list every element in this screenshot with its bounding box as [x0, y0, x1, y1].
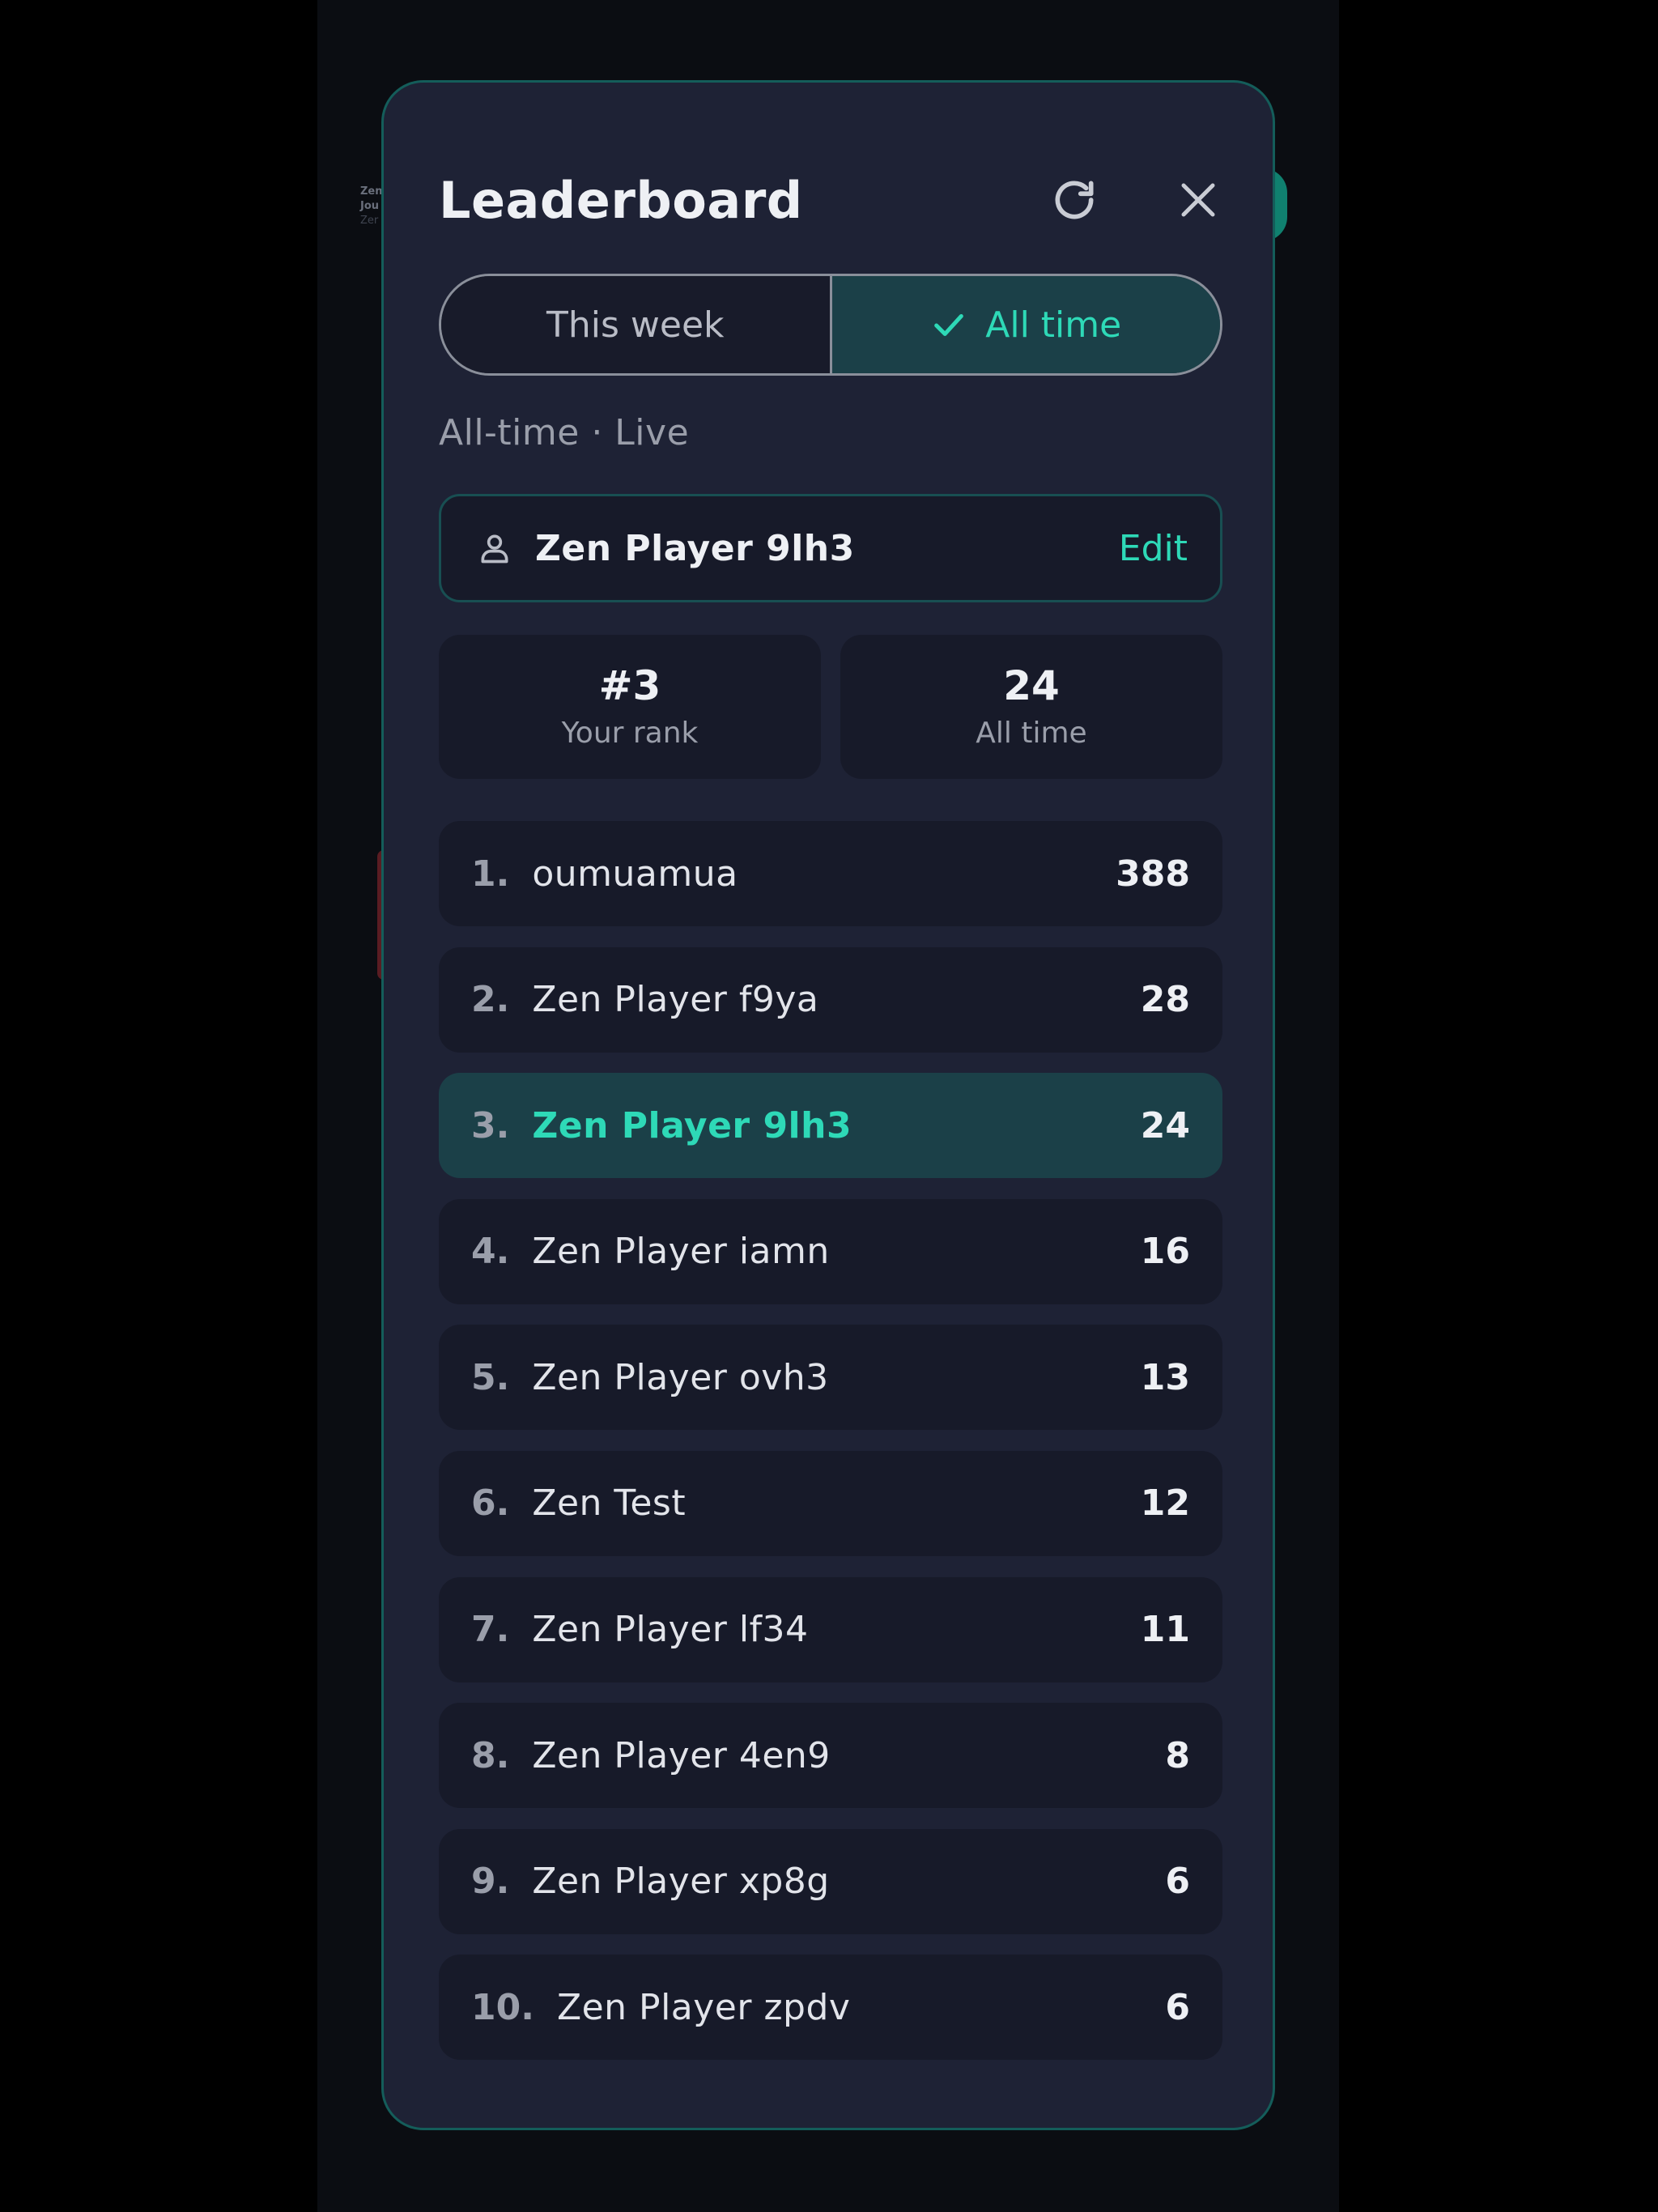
check-icon	[930, 306, 967, 343]
leaderboard-row: 7. Zen Player lf34 11	[439, 1576, 1222, 1682]
row-player-name: Zen Player iamn	[532, 1231, 830, 1273]
row-rank: 9.	[471, 1861, 510, 1903]
status-text: All-time · Live	[439, 412, 690, 453]
leaderboard-row: 8. Zen Player 4en9 8	[439, 1703, 1222, 1809]
row-player-name: Zen Player zpdv	[556, 1986, 851, 2028]
row-player-name: Zen Player 9lh3	[532, 1104, 852, 1146]
period-toggle: This week All time	[439, 274, 1222, 376]
row-score: 8	[1165, 1734, 1190, 1776]
row-rank: 5.	[471, 1356, 510, 1398]
row-player-name: Zen Player lf34	[532, 1609, 809, 1651]
score-stat-card: 24 All time	[840, 635, 1222, 779]
row-rank: 2.	[471, 979, 510, 1021]
leaderboard-list: 1. oumuamua 388 2. Zen Player f9ya 28 3.…	[439, 821, 1222, 2081]
row-score: 388	[1116, 853, 1190, 895]
background-snippet-line: Zer	[360, 215, 379, 227]
leaderboard-row: 6. Zen Test 12	[439, 1450, 1222, 1556]
row-rank: 8.	[471, 1734, 510, 1776]
leaderboard-row: 5. Zen Player ovh3 13	[439, 1325, 1222, 1431]
row-player-name: Zen Test	[532, 1482, 687, 1525]
row-player-name: Zen Player f9ya	[532, 979, 819, 1021]
player-name: Zen Player 9lh3	[535, 527, 855, 569]
row-score: 11	[1140, 1609, 1190, 1651]
row-score: 12	[1140, 1482, 1190, 1525]
row-player-name: Zen Player 4en9	[532, 1734, 831, 1776]
row-rank: 10.	[471, 1986, 534, 2028]
row-score: 6	[1165, 1861, 1190, 1903]
tab-this-week[interactable]: This week	[441, 276, 830, 373]
score-label: All time	[976, 717, 1087, 750]
row-score: 13	[1140, 1356, 1190, 1398]
edit-name-button[interactable]: Edit	[1119, 528, 1188, 569]
rank-stat-card: #3 Your rank	[439, 635, 821, 779]
row-score: 6	[1165, 1986, 1190, 2028]
row-score: 24	[1140, 1104, 1190, 1146]
row-rank: 6.	[471, 1482, 510, 1525]
leaderboard-row: 4. Zen Player iamn 16	[439, 1198, 1222, 1304]
tab-label: All time	[985, 304, 1122, 346]
row-player-name: oumuamua	[532, 853, 738, 895]
close-button[interactable]	[1162, 164, 1235, 236]
leaderboard-row: 2. Zen Player f9ya 28	[439, 946, 1222, 1053]
row-score: 16	[1140, 1231, 1190, 1273]
leaderboard-row-current-player: 3. Zen Player 9lh3 24	[439, 1073, 1222, 1179]
leaderboard-row: 1. oumuamua 388	[439, 821, 1222, 926]
row-rank: 4.	[471, 1231, 510, 1273]
row-rank: 1.	[471, 853, 510, 895]
row-rank: 3.	[471, 1104, 510, 1146]
background-snippet-line: Jou	[360, 200, 380, 212]
refresh-icon	[1055, 181, 1094, 219]
stats-summary: #3 Your rank 24 All time	[439, 635, 1222, 779]
row-score: 28	[1140, 979, 1190, 1021]
leaderboard-modal: Leaderboard This week All time All-time …	[381, 80, 1275, 2130]
user-icon	[477, 530, 512, 566]
background-snippet-line: Zen	[360, 185, 383, 198]
close-icon	[1181, 183, 1215, 217]
rank-value: #3	[598, 662, 661, 709]
tab-label: This week	[546, 304, 725, 346]
leaderboard-row: 10. Zen Player zpdv 6	[439, 1955, 1222, 2061]
rank-label: Your rank	[561, 717, 699, 750]
score-value: 24	[1003, 662, 1060, 709]
background-snippet: Zen Jou Zer	[360, 185, 383, 228]
row-player-name: Zen Player xp8g	[532, 1861, 830, 1903]
row-player-name: Zen Player ovh3	[532, 1356, 829, 1398]
page-title: Leaderboard	[439, 171, 803, 230]
leaderboard-row: 9. Zen Player xp8g 6	[439, 1828, 1222, 1934]
modal-header: Leaderboard	[439, 164, 1222, 236]
tab-all-time[interactable]: All time	[829, 276, 1220, 373]
refresh-button[interactable]	[1038, 164, 1111, 236]
current-player-card: Zen Player 9lh3 Edit	[439, 494, 1222, 602]
row-rank: 7.	[471, 1609, 510, 1651]
